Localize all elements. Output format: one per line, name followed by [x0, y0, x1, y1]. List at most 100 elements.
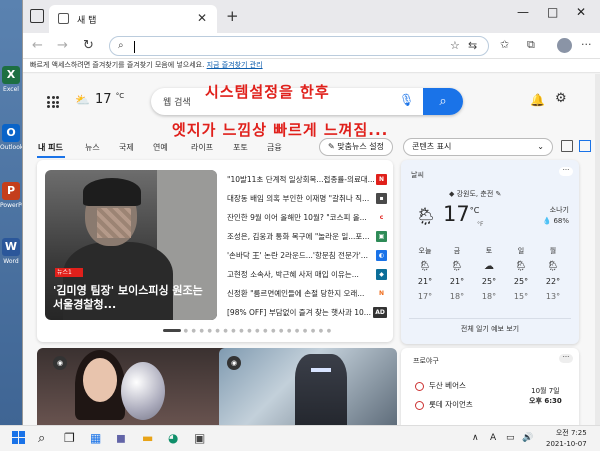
news-image-card[interactable]: ◉ — [219, 348, 397, 425]
team-row[interactable]: 롯데 자이언츠 — [415, 399, 473, 410]
tab-world[interactable]: 국제 — [119, 142, 134, 153]
headline-item[interactable]: 조성은, 김웅과 통화 복구에 "놀라운 일...포... ▣ — [227, 228, 387, 245]
news-card: 뉴스1 '김미영 팀장' 보이스피싱 원조는 서울경찰청... "10발11초 … — [37, 160, 393, 342]
forecast-day[interactable]: 일 🌦 25° 15° — [505, 244, 537, 304]
feature-story-photo[interactable]: 뉴스1 '김미영 팀장' 보이스피싱 원조는 서울경찰청... — [45, 170, 217, 320]
sports-more-icon[interactable]: ··· — [559, 354, 573, 363]
weather-location[interactable]: ◆ 강원도, 춘전 ✎ — [449, 189, 501, 199]
input-language[interactable]: A — [490, 433, 496, 443]
team-row[interactable]: 두산 베어스 — [415, 380, 466, 391]
manage-favorites-link[interactable]: 지금 즐겨찾기 관리 — [207, 61, 263, 69]
weather-card[interactable]: 날씨 ··· ◆ 강원도, 춘전 ✎ 🌦 17°C °F 소나기 💧 68% 오늘… — [401, 160, 579, 344]
news-image-card[interactable]: ◉ — [37, 348, 231, 425]
content-display-select[interactable]: 콘텐츠 표시 ⌄ — [403, 138, 553, 156]
file-explorer-icon[interactable]: ▬ — [142, 431, 158, 447]
forecast-cloud-icon: 🌦 — [450, 261, 464, 272]
word-icon[interactable]: W — [2, 238, 20, 256]
forecast-cloud-icon: 🌦 — [514, 261, 528, 272]
overlay-annotation-line1: 시스템설정을 한후 — [205, 83, 330, 101]
collections-icon[interactable]: ⧉ — [527, 38, 535, 52]
weather-temp[interactable]: 17 °C — [95, 92, 124, 107]
active-tab-indicator — [37, 156, 65, 158]
search-button[interactable]: ⌕ — [423, 88, 463, 115]
refresh-icon[interactable]: ↻ — [83, 38, 94, 53]
tab-news[interactable]: 뉴스 — [85, 142, 100, 153]
add-favorite-icon[interactable]: ☆ — [450, 39, 460, 52]
gear-icon[interactable]: ⚙ — [555, 91, 567, 106]
list-view-icon[interactable] — [561, 140, 573, 152]
edge-icon[interactable]: ◕ — [168, 431, 184, 447]
chat-icon[interactable]: ◼ — [116, 431, 132, 447]
weather-rain-cloud-icon: 🌦 — [415, 207, 437, 227]
news-source-icon: N — [376, 174, 387, 185]
fahrenheit-toggle[interactable]: °F — [477, 221, 483, 228]
tray-chevron-icon[interactable]: ∧ — [472, 433, 479, 443]
back-icon[interactable]: ← — [32, 38, 43, 53]
page-scrollbar[interactable] — [595, 74, 600, 425]
personalize-button[interactable]: ✎ 맞춤뉴스 설정 — [319, 138, 393, 156]
task-view-icon[interactable]: ❐ — [64, 431, 80, 447]
more-menu-icon[interactable]: ··· — [581, 38, 592, 51]
full-forecast-link[interactable]: 전체 일기 예보 보기 — [401, 324, 579, 334]
forecast-day[interactable]: 금 🌦 21° 18° — [441, 244, 473, 304]
tab-photo[interactable]: 포토 — [233, 142, 248, 153]
baseball-icon — [415, 381, 424, 391]
forward-icon[interactable]: → — [57, 38, 68, 53]
forecast-day[interactable]: 오늘 🌦 21° 17° — [409, 244, 441, 304]
profile-avatar[interactable] — [557, 38, 572, 53]
new-tab-button[interactable]: + — [226, 7, 239, 25]
close-window-button[interactable]: ✕ — [576, 5, 586, 19]
carousel-dots[interactable]: ● ● ● ● ● ● ● ● ● ● ● ● ● ● ● ● ● ● ● — [163, 328, 332, 334]
search-icon: ⌕ — [118, 40, 124, 51]
news-source-icon: ▪ — [376, 193, 387, 204]
forecast-cloud-icon: 🌦 — [546, 261, 560, 272]
headline-item[interactable]: 고현정 소속사, 박근혜 사저 매입 이유는... ◆ — [227, 266, 387, 283]
network-icon[interactable]: ▭ — [506, 433, 515, 443]
weather-big-temp: 17°C — [443, 202, 480, 226]
weather-condition: 소나기 💧 68% — [542, 206, 570, 225]
microphone-icon[interactable]: 🎙 — [399, 93, 414, 107]
outlook-icon[interactable]: O — [2, 124, 20, 142]
forecast-day[interactable]: 월 🌦 22° 13° — [537, 244, 569, 304]
tab-life[interactable]: 라이프 — [191, 142, 213, 153]
notification-bell-icon[interactable]: 🔔 — [530, 93, 545, 107]
tab-bar: 새 탭 ✕ + — □ ✕ — [23, 0, 600, 33]
baseball-card[interactable]: 프로야구 ··· 두산 베어스 롯데 자이언츠 10월 7일 오후 6:30 — [401, 348, 579, 425]
tab-new-tab[interactable]: 새 탭 ✕ — [49, 5, 217, 33]
word-label: Word — [3, 258, 19, 265]
favorites-bar: 빠르게 액세스하려면 즐겨찾기를 즐겨찾기 모음에 넣으세요. 지금 즐겨찾기 … — [23, 59, 600, 73]
news-source-icon: ▣ — [376, 231, 387, 242]
headline-item[interactable]: '손바닥 王' 논란 2라운드...'항문침 전문가'... ◐ — [227, 247, 387, 264]
app-launcher-icon[interactable] — [47, 96, 59, 108]
widgets-icon[interactable]: ▦ — [90, 431, 106, 447]
headline-item[interactable]: 잔인한 9월 이어 올해만 10월? "코스피 올... c — [227, 209, 387, 226]
tab-actions-icon[interactable] — [30, 9, 44, 23]
headline-item[interactable]: 대장동 배임 의혹 부인한 이재명 "갈취나 직... ▪ — [227, 190, 387, 207]
headline-item[interactable]: "10발11초 단계적 일상회복...접종률-의료대... N — [227, 171, 387, 188]
favorites-icon[interactable]: ✩ — [500, 38, 509, 51]
volume-icon[interactable]: 🔊 — [522, 433, 533, 443]
feature-story-caption[interactable]: '김미영 팀장' 보이스피싱 원조는 서울경찰청... — [53, 284, 213, 312]
store-icon[interactable]: ▣ — [194, 431, 210, 447]
address-input[interactable]: ⌕ ☆ ⇆ — [109, 36, 489, 56]
news-source-icon: ◐ — [376, 250, 387, 261]
close-tab-icon[interactable]: ✕ — [197, 11, 207, 25]
tab-entertainment[interactable]: 연예 — [153, 142, 168, 153]
windows-start-icon[interactable] — [12, 431, 28, 447]
tab-my-feed[interactable]: 내 피드 — [38, 142, 63, 153]
baseball-icon — [415, 400, 424, 410]
powerpoint-icon[interactable]: P — [2, 182, 20, 200]
edge-window: 새 탭 ✕ + — □ ✕ ← → ↻ ⌕ ☆ ⇆ ✩ ⧉ ··· 빠르게 액세… — [22, 0, 600, 425]
tab-finance[interactable]: 금융 — [267, 142, 282, 153]
excel-icon[interactable]: X — [2, 66, 20, 84]
headline-item[interactable]: 신정환 "룸르면예인들에 손절 당한지 오래... N — [227, 285, 387, 302]
system-clock[interactable]: 오전 7:25 2021-10-07 — [546, 428, 587, 450]
maximize-button[interactable]: □ — [547, 5, 558, 19]
extensions-icon[interactable]: ⇆ — [468, 39, 477, 52]
headline-item[interactable]: [98% OFF] 부담없이 즐겨 찾는 햇사과 10... AD — [227, 304, 387, 321]
weather-more-icon[interactable]: ··· — [559, 167, 573, 176]
grid-view-icon[interactable] — [579, 140, 591, 152]
search-icon[interactable]: ⌕ — [38, 431, 54, 447]
minimize-button[interactable]: — — [517, 5, 529, 19]
forecast-day[interactable]: 토 ☁ 25° 18° — [473, 244, 505, 304]
